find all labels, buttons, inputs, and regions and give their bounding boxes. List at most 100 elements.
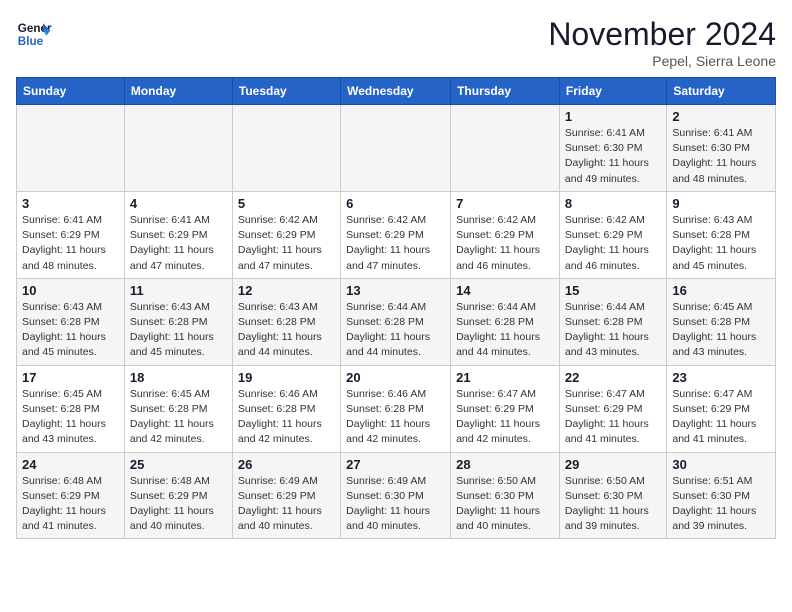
day-detail: Sunrise: 6:47 AM Sunset: 6:29 PM Dayligh… <box>672 388 756 446</box>
calendar-cell: 27 Sunrise: 6:49 AM Sunset: 6:30 PM Dayli… <box>341 452 451 539</box>
day-number: 25 <box>130 457 227 472</box>
calendar-week-row: 1 Sunrise: 6:41 AM Sunset: 6:30 PM Daylig… <box>17 105 776 192</box>
day-detail: Sunrise: 6:41 AM Sunset: 6:30 PM Dayligh… <box>672 127 756 185</box>
calendar-header: SundayMondayTuesdayWednesdayThursdayFrid… <box>17 78 776 105</box>
day-detail: Sunrise: 6:43 AM Sunset: 6:28 PM Dayligh… <box>672 214 756 272</box>
day-detail: Sunrise: 6:41 AM Sunset: 6:29 PM Dayligh… <box>130 214 214 272</box>
calendar-cell <box>232 105 340 192</box>
day-number: 20 <box>346 370 445 385</box>
calendar-cell: 19Sunrise: 6:46 AM Sunset: 6:28 PM Dayli… <box>232 365 340 452</box>
weekday-header: Saturday <box>667 78 776 105</box>
day-number: 27 <box>346 457 445 472</box>
calendar-cell: 29Sunrise: 6:50 AM Sunset: 6:30 PM Dayli… <box>559 452 666 539</box>
day-detail: Sunrise: 6:43 AM Sunset: 6:28 PM Dayligh… <box>130 301 214 359</box>
calendar-cell: 3 Sunrise: 6:41 AM Sunset: 6:29 PM Daylig… <box>17 191 125 278</box>
calendar-week-row: 17 Sunrise: 6:45 AM Sunset: 6:28 PM Dayli… <box>17 365 776 452</box>
day-detail: Sunrise: 6:49 AM Sunset: 6:29 PM Dayligh… <box>238 475 322 533</box>
calendar-cell: 25 Sunrise: 6:48 AM Sunset: 6:29 PM Dayli… <box>124 452 232 539</box>
calendar-cell: 22Sunrise: 6:47 AM Sunset: 6:29 PM Dayli… <box>559 365 666 452</box>
day-detail: Sunrise: 6:42 AM Sunset: 6:29 PM Dayligh… <box>565 214 649 272</box>
calendar-body: 1 Sunrise: 6:41 AM Sunset: 6:30 PM Daylig… <box>17 105 776 539</box>
logo-icon: General Blue <box>16 16 52 52</box>
calendar-cell: 20 Sunrise: 6:46 AM Sunset: 6:28 PM Dayli… <box>341 365 451 452</box>
calendar-cell: 21Sunrise: 6:47 AM Sunset: 6:29 PM Dayli… <box>451 365 560 452</box>
day-detail: Sunrise: 6:45 AM Sunset: 6:28 PM Dayligh… <box>22 388 106 446</box>
day-detail: Sunrise: 6:48 AM Sunset: 6:29 PM Dayligh… <box>22 475 106 533</box>
day-detail: Sunrise: 6:49 AM Sunset: 6:30 PM Dayligh… <box>346 475 430 533</box>
day-number: 28 <box>456 457 554 472</box>
calendar-cell <box>451 105 560 192</box>
calendar-cell: 11 Sunrise: 6:43 AM Sunset: 6:28 PM Dayli… <box>124 278 232 365</box>
calendar-week-row: 24 Sunrise: 6:48 AM Sunset: 6:29 PM Dayli… <box>17 452 776 539</box>
day-detail: Sunrise: 6:44 AM Sunset: 6:28 PM Dayligh… <box>346 301 430 359</box>
day-number: 19 <box>238 370 335 385</box>
calendar-cell: 6 Sunrise: 6:42 AM Sunset: 6:29 PM Daylig… <box>341 191 451 278</box>
day-number: 5 <box>238 196 335 211</box>
calendar-week-row: 10Sunrise: 6:43 AM Sunset: 6:28 PM Dayli… <box>17 278 776 365</box>
day-number: 1 <box>565 109 661 124</box>
calendar-cell: 2 Sunrise: 6:41 AM Sunset: 6:30 PM Daylig… <box>667 105 776 192</box>
weekday-header: Tuesday <box>232 78 340 105</box>
day-detail: Sunrise: 6:44 AM Sunset: 6:28 PM Dayligh… <box>456 301 540 359</box>
day-number: 17 <box>22 370 119 385</box>
weekday-header: Monday <box>124 78 232 105</box>
day-number: 15 <box>565 283 661 298</box>
calendar-cell <box>17 105 125 192</box>
month-title: November 2024 <box>548 16 776 53</box>
day-number: 18 <box>130 370 227 385</box>
calendar-cell: 8 Sunrise: 6:42 AM Sunset: 6:29 PM Daylig… <box>559 191 666 278</box>
calendar-cell: 13 Sunrise: 6:44 AM Sunset: 6:28 PM Dayli… <box>341 278 451 365</box>
day-detail: Sunrise: 6:46 AM Sunset: 6:28 PM Dayligh… <box>346 388 430 446</box>
day-detail: Sunrise: 6:47 AM Sunset: 6:29 PM Dayligh… <box>565 388 649 446</box>
day-number: 16 <box>672 283 770 298</box>
day-detail: Sunrise: 6:42 AM Sunset: 6:29 PM Dayligh… <box>238 214 322 272</box>
calendar-cell: 26 Sunrise: 6:49 AM Sunset: 6:29 PM Dayli… <box>232 452 340 539</box>
day-detail: Sunrise: 6:48 AM Sunset: 6:29 PM Dayligh… <box>130 475 214 533</box>
day-number: 30 <box>672 457 770 472</box>
calendar-cell: 17 Sunrise: 6:45 AM Sunset: 6:28 PM Dayli… <box>17 365 125 452</box>
day-detail: Sunrise: 6:42 AM Sunset: 6:29 PM Dayligh… <box>456 214 540 272</box>
day-number: 8 <box>565 196 661 211</box>
calendar-cell: 12 Sunrise: 6:43 AM Sunset: 6:28 PM Dayli… <box>232 278 340 365</box>
calendar-cell <box>124 105 232 192</box>
day-number: 26 <box>238 457 335 472</box>
weekday-header: Friday <box>559 78 666 105</box>
day-number: 2 <box>672 109 770 124</box>
day-detail: Sunrise: 6:47 AM Sunset: 6:29 PM Dayligh… <box>456 388 540 446</box>
day-number: 14 <box>456 283 554 298</box>
day-number: 3 <box>22 196 119 211</box>
day-detail: Sunrise: 6:44 AM Sunset: 6:28 PM Dayligh… <box>565 301 649 359</box>
calendar-cell: 28Sunrise: 6:50 AM Sunset: 6:30 PM Dayli… <box>451 452 560 539</box>
day-number: 9 <box>672 196 770 211</box>
day-number: 6 <box>346 196 445 211</box>
calendar-cell: 5 Sunrise: 6:42 AM Sunset: 6:29 PM Daylig… <box>232 191 340 278</box>
header-row: SundayMondayTuesdayWednesdayThursdayFrid… <box>17 78 776 105</box>
calendar-cell: 4Sunrise: 6:41 AM Sunset: 6:29 PM Daylig… <box>124 191 232 278</box>
calendar-cell: 1Sunrise: 6:41 AM Sunset: 6:30 PM Daylig… <box>559 105 666 192</box>
day-detail: Sunrise: 6:51 AM Sunset: 6:30 PM Dayligh… <box>672 475 756 533</box>
logo: General Blue <box>16 16 52 52</box>
day-number: 7 <box>456 196 554 211</box>
day-detail: Sunrise: 6:45 AM Sunset: 6:28 PM Dayligh… <box>672 301 756 359</box>
day-number: 12 <box>238 283 335 298</box>
calendar-cell: 9 Sunrise: 6:43 AM Sunset: 6:28 PM Daylig… <box>667 191 776 278</box>
weekday-header: Thursday <box>451 78 560 105</box>
svg-text:Blue: Blue <box>18 35 44 48</box>
title-section: November 2024 Pepel, Sierra Leone <box>548 16 776 69</box>
calendar-cell: 15 Sunrise: 6:44 AM Sunset: 6:28 PM Dayli… <box>559 278 666 365</box>
location: Pepel, Sierra Leone <box>548 53 776 69</box>
calendar-cell: 24 Sunrise: 6:48 AM Sunset: 6:29 PM Dayli… <box>17 452 125 539</box>
day-number: 11 <box>130 283 227 298</box>
calendar-cell: 14 Sunrise: 6:44 AM Sunset: 6:28 PM Dayli… <box>451 278 560 365</box>
calendar-cell <box>341 105 451 192</box>
day-number: 13 <box>346 283 445 298</box>
day-detail: Sunrise: 6:42 AM Sunset: 6:29 PM Dayligh… <box>346 214 430 272</box>
day-detail: Sunrise: 6:43 AM Sunset: 6:28 PM Dayligh… <box>22 301 106 359</box>
calendar-cell: 10Sunrise: 6:43 AM Sunset: 6:28 PM Dayli… <box>17 278 125 365</box>
day-detail: Sunrise: 6:43 AM Sunset: 6:28 PM Dayligh… <box>238 301 322 359</box>
day-detail: Sunrise: 6:41 AM Sunset: 6:29 PM Dayligh… <box>22 214 106 272</box>
calendar-cell: 18Sunrise: 6:45 AM Sunset: 6:28 PM Dayli… <box>124 365 232 452</box>
day-number: 24 <box>22 457 119 472</box>
page-header: General Blue November 2024 Pepel, Sierra… <box>16 16 776 69</box>
weekday-header: Wednesday <box>341 78 451 105</box>
